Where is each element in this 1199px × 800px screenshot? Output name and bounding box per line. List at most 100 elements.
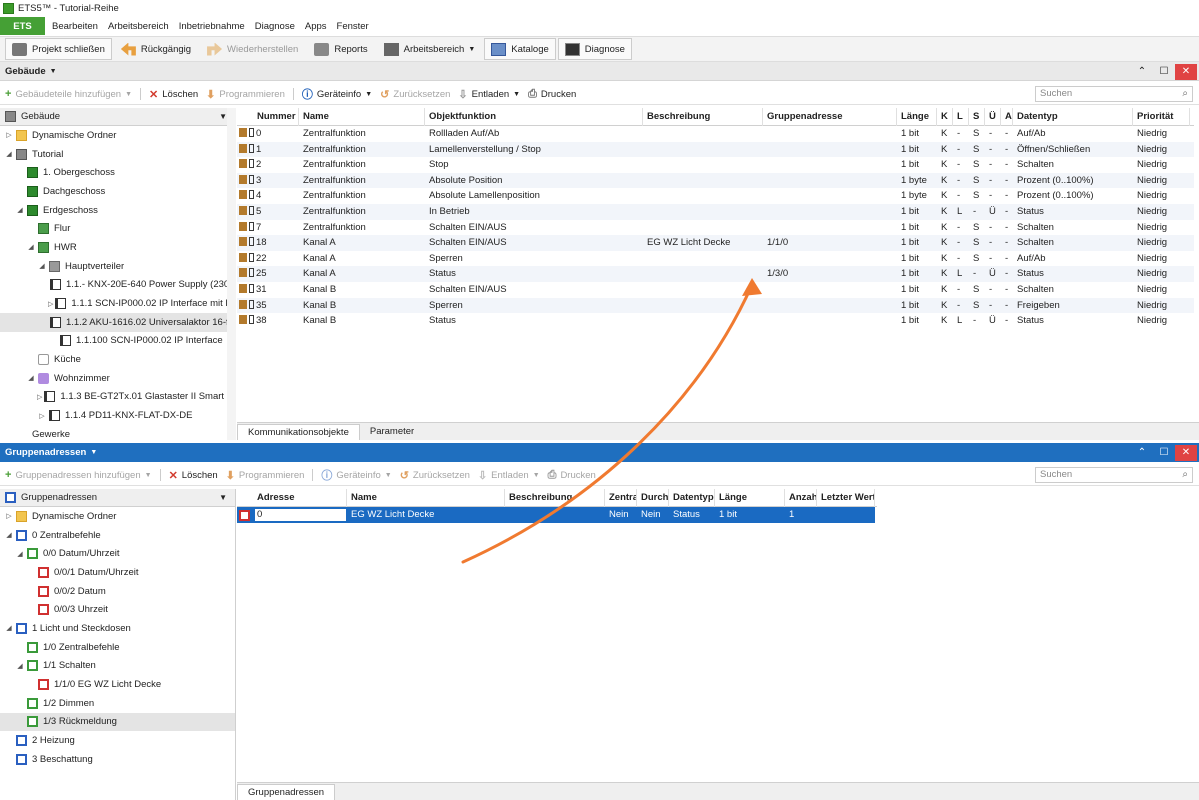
workspace-button[interactable]: Arbeitsbereich ▼ xyxy=(377,38,483,60)
table-row[interactable]: 31 Kanal B Schalten EIN/AUS 1 bit K - S - - Schal… xyxy=(237,282,1194,298)
catalogs-button[interactable]: Kataloge xyxy=(484,38,556,60)
tree-item[interactable]: ▷ 1.1.1 SCN-IP000.02 IP Interface mit E..… xyxy=(0,294,235,313)
column-header[interactable]: Name xyxy=(299,108,425,126)
table-row[interactable]: 1 Zentralfunktion Lamellenverstellung / St… xyxy=(237,141,1194,158)
add-building-parts-button[interactable]: + Gebäudeteile hinzufügen ▼ xyxy=(5,88,132,100)
tree-item[interactable]: ◢ Wohnzimmer xyxy=(0,369,235,388)
expand-arrow-icon[interactable]: ▷ xyxy=(37,393,42,401)
menu-inbetriebnahme[interactable]: Inbetriebnahme xyxy=(174,21,250,32)
column-header[interactable]: Zentra xyxy=(605,489,637,507)
close-project-button[interactable]: Projekt schließen xyxy=(5,38,112,60)
column-header[interactable]: Datentyp xyxy=(669,489,715,507)
column-header[interactable]: Gruppenadresse xyxy=(763,108,897,126)
tree-item[interactable]: 1.1.- KNX-20E-640 Power Supply (230... xyxy=(0,276,235,295)
expand-arrow-icon[interactable]: ◢ xyxy=(26,374,36,382)
reset-button[interactable]: ↺ Zurücksetzen xyxy=(400,469,470,482)
column-header[interactable]: Länge xyxy=(897,108,937,126)
tree-item[interactable]: 0/0/2 Datum xyxy=(0,582,235,601)
reports-button[interactable]: Reports xyxy=(307,38,374,60)
table-row[interactable]: 35 Kanal B Sperren 1 bit K - S - - Freigeben Niedr… xyxy=(237,297,1194,314)
table-row[interactable]: 7 Zentralfunktion Schalten EIN/AUS 1 bit K - S… xyxy=(237,220,1194,236)
tree-item[interactable]: 0/0/1 Datum/Uhrzeit xyxy=(0,563,235,582)
tree-item[interactable]: ▷ 1.1.4 PD11-KNX-FLAT-DX-DE xyxy=(0,406,235,425)
column-header[interactable]: Beschreibung xyxy=(643,108,763,126)
print-button[interactable]: ⎙ Drucken xyxy=(528,88,576,101)
tree-item[interactable]: ◢ Hauptverteiler xyxy=(0,257,235,276)
close-icon[interactable]: ✕ xyxy=(1175,444,1197,461)
column-header[interactable]: Priorität xyxy=(1133,108,1190,126)
collapse-icon[interactable]: ⌃ xyxy=(1131,66,1153,77)
table-row[interactable]: 4 Zentralfunktion Absolute Lamellenpositio… xyxy=(237,188,1194,204)
tree-item[interactable]: Küche xyxy=(0,350,235,369)
table-row[interactable]: 0 Zentralfunktion Rollladen Auf/Ab 1 bit K - S… xyxy=(237,126,1194,142)
maximize-icon[interactable]: ☐ xyxy=(1153,447,1175,458)
tree-item[interactable]: ▷ 1.1.3 BE-GT2Tx.01 Glastaster II Smart m… xyxy=(0,388,235,407)
column-header[interactable]: Datentyp xyxy=(1013,108,1133,126)
column-header[interactable]: Nummer xyxy=(237,108,299,126)
table-row[interactable]: 3 Zentralfunktion Absolute Position 1 byte K… xyxy=(237,172,1194,189)
tree-item[interactable]: 1.1.2 AKU-1616.02 Universalaktor 16-f... xyxy=(0,312,235,332)
column-header[interactable]: Durch xyxy=(637,489,669,507)
column-header[interactable]: A xyxy=(1001,108,1013,126)
tree-item[interactable]: Dachgeschoss xyxy=(0,182,235,201)
menu-bearbeiten[interactable]: Bearbeiten xyxy=(45,21,103,32)
expand-arrow-icon[interactable]: ▷ xyxy=(4,131,14,139)
unload-button[interactable]: ⇩ Entladen ▼ xyxy=(458,88,520,101)
chevron-down-icon[interactable]: ▼ xyxy=(90,449,97,456)
diagnostics-button[interactable]: Diagnose xyxy=(557,38,632,60)
building-search-input[interactable]: Suchen ⌕ xyxy=(1035,86,1193,102)
delete-button[interactable]: ✕ Löschen xyxy=(169,469,218,482)
tree-item[interactable]: 3 Beschattung xyxy=(0,750,235,769)
tree-item[interactable]: ◢ Erdgeschoss xyxy=(0,201,235,220)
expand-arrow-icon[interactable]: ◢ xyxy=(15,206,25,214)
building-tree-header[interactable]: Gebäude ▼ xyxy=(0,108,235,126)
column-header[interactable]: Länge xyxy=(715,489,785,507)
column-header[interactable]: Beschreibung xyxy=(505,489,605,507)
expand-arrow-icon[interactable]: ◢ xyxy=(4,624,14,632)
address-edit-cell[interactable]: 0 xyxy=(237,507,347,523)
tree-item[interactable]: ◢ Tutorial xyxy=(0,145,235,164)
menu-apps[interactable]: Apps xyxy=(300,21,332,32)
undo-button[interactable]: Rückgängig xyxy=(114,38,198,60)
maximize-icon[interactable]: ☐ xyxy=(1153,66,1175,77)
expand-arrow-icon[interactable]: ◢ xyxy=(4,531,14,539)
expand-arrow-icon[interactable]: ◢ xyxy=(15,662,25,670)
expand-arrow-icon[interactable]: ▷ xyxy=(37,412,47,420)
tree-item[interactable]: 1/3 Rückmeldung xyxy=(0,712,235,732)
expand-arrow-icon[interactable]: ◢ xyxy=(4,150,14,158)
tree-item[interactable]: 1/1/0 EG WZ Licht Decke xyxy=(0,675,235,694)
column-header[interactable]: S xyxy=(969,108,985,126)
column-header[interactable]: Name xyxy=(347,489,505,507)
table-row[interactable]: 18 Kanal A Schalten EIN/AUS EG WZ Licht Dec… xyxy=(237,235,1194,251)
print-button[interactable]: ⎙ Drucken xyxy=(548,469,596,482)
expand-arrow-icon[interactable]: ◢ xyxy=(15,550,25,558)
collapse-icon[interactable]: ⌃ xyxy=(1131,447,1153,458)
tab-gruppenadressen[interactable]: Gruppenadressen xyxy=(237,784,336,800)
chevron-down-icon[interactable]: ▼ xyxy=(50,68,57,75)
tree-item[interactable]: 1/2 Dimmen xyxy=(0,694,235,713)
table-row[interactable]: 25 Kanal A Status 1/3/0 1 bit K L - Ü - Status Nied… xyxy=(237,266,1194,282)
reset-button[interactable]: ↺ Zurücksetzen xyxy=(380,88,450,101)
close-icon[interactable]: ✕ xyxy=(1175,63,1197,80)
device-info-button[interactable]: ⓘ Geräteinfo ▼ xyxy=(321,467,391,483)
tree-item[interactable]: 1. Obergeschoss xyxy=(0,163,235,182)
menu-diagnose[interactable]: Diagnose xyxy=(250,21,300,32)
column-header[interactable]: Ü xyxy=(985,108,1001,126)
delete-button[interactable]: ✕ Löschen xyxy=(149,88,198,101)
ga-search-input[interactable]: Suchen ⌕ xyxy=(1035,467,1193,483)
tree-item[interactable]: ◢ 0 Zentralbefehle xyxy=(0,526,235,545)
tree-item[interactable]: 2 Heizung xyxy=(0,731,235,750)
tree-item[interactable]: 0/0/3 Uhrzeit xyxy=(0,600,235,619)
menu-fenster[interactable]: Fenster xyxy=(332,21,374,32)
tree-item[interactable]: ◢ 1 Licht und Steckdosen xyxy=(0,619,235,638)
menu-arbeitsbereich[interactable]: Arbeitsbereich xyxy=(103,21,174,32)
table-row[interactable]: 0 EG WZ Licht Decke Nein Nein Status 1 bit 1 xyxy=(237,507,875,523)
tree-item[interactable]: ◢ 1/1 Schalten xyxy=(0,657,235,676)
ga-panel-header[interactable]: Gruppenadressen ▼ ⌃ ☐ ✕ xyxy=(0,443,1199,462)
add-group-addresses-button[interactable]: + Gruppenadressen hinzufügen ▼ xyxy=(5,469,152,481)
expand-arrow-icon[interactable]: ▷ xyxy=(4,512,14,520)
tree-item[interactable]: ▷ Dynamische Ordner xyxy=(0,507,235,526)
tab-parameter[interactable]: Parameter xyxy=(360,424,424,440)
program-button[interactable]: ⬇ Programmieren xyxy=(206,88,285,101)
column-header[interactable]: L xyxy=(953,108,969,126)
